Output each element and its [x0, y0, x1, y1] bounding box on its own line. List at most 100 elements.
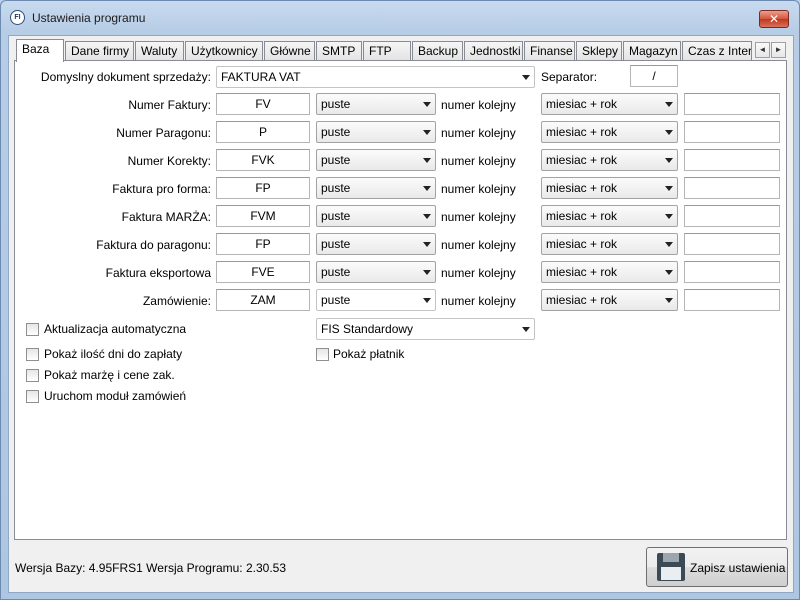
chevron-down-icon [423, 158, 431, 163]
mode-select[interactable]: puste [316, 93, 436, 115]
chevron-down-icon [665, 102, 673, 107]
version-info: Wersja Bazy: 4.95FRS1 Wersja Programu: 2… [15, 561, 287, 575]
extra-input[interactable] [684, 177, 780, 199]
separator-label: Separator: [541, 70, 598, 84]
row-label: Numer Paragonu: [116, 126, 211, 140]
prefix-input[interactable]: FVE [216, 261, 310, 283]
tab-finanse[interactable]: Finanse [524, 41, 575, 61]
order-module-label: Uruchom moduł zamówień [44, 389, 187, 403]
tab-sklepy[interactable]: Sklepy [576, 41, 622, 61]
app-icon: FI [10, 10, 25, 25]
tab-uzytkownicy[interactable]: Użytkownicy [185, 41, 263, 61]
order-module-checkbox[interactable] [26, 390, 39, 403]
mode-select[interactable]: puste [316, 177, 436, 199]
counter-label: numer kolejny [441, 182, 516, 196]
title-bar[interactable]: FI Ustawienia programu ✕ [1, 1, 799, 35]
extra-input[interactable] [684, 93, 780, 115]
period-select[interactable]: miesiac + rok [541, 289, 678, 311]
mode-value: puste [321, 293, 351, 307]
mode-value: puste [321, 153, 351, 167]
show-days-checkbox[interactable] [26, 348, 39, 361]
prefix-input[interactable]: FVM [216, 205, 310, 227]
chevron-down-icon [665, 242, 673, 247]
row-label: Faktura eksportowa [105, 266, 211, 280]
extra-input[interactable] [684, 121, 780, 143]
extra-input[interactable] [684, 261, 780, 283]
period-select[interactable]: miesiac + rok [541, 261, 678, 283]
mode-value: puste [321, 237, 351, 251]
chevron-down-icon [522, 75, 530, 80]
numbering-row: Numer Korekty: FVK puste numer kolejny m… [15, 149, 785, 177]
counter-label: numer kolejny [441, 266, 516, 280]
period-select[interactable]: miesiac + rok [541, 121, 678, 143]
tab-scroll-left-icon[interactable]: ◄ [755, 42, 770, 58]
numbering-row: Faktura eksportowa FVE puste numer kolej… [15, 261, 785, 289]
auto-update-label: Aktualizacja automatyczna [44, 322, 187, 336]
default-doc-select[interactable]: FAKTURA VAT [216, 66, 535, 88]
prefix-input[interactable]: FVK [216, 149, 310, 171]
mode-value: puste [321, 265, 351, 279]
tab-smtp[interactable]: SMTP [316, 41, 362, 61]
tab-dane-firmy[interactable]: Dane firmy [65, 41, 134, 61]
save-settings-label: Zapisz ustawienia [690, 561, 786, 575]
prefix-input[interactable]: P [216, 121, 310, 143]
auto-update-checkbox[interactable] [26, 323, 39, 336]
tab-magazyn[interactable]: Magazyn [623, 41, 681, 61]
tab-baza[interactable]: Baza [16, 39, 64, 62]
floppy-shutter [663, 553, 679, 562]
mode-select[interactable]: puste [316, 121, 436, 143]
chevron-down-icon [665, 186, 673, 191]
tab-glowne[interactable]: Główne [264, 41, 315, 61]
chevron-down-icon [423, 270, 431, 275]
chevron-down-icon [665, 130, 673, 135]
row-label: Faktura pro forma: [112, 182, 211, 196]
mode-select[interactable]: puste [316, 289, 436, 311]
period-value: miesiac + rok [546, 97, 618, 111]
numbering-row: Numer Paragonu: P puste numer kolejny mi… [15, 121, 785, 149]
prefix-input[interactable]: ZAM [216, 289, 310, 311]
row-label: Zamówienie: [142, 294, 211, 308]
tab-ftp[interactable]: FTP [363, 41, 411, 61]
period-value: miesiac + rok [546, 153, 618, 167]
period-value: miesiac + rok [546, 237, 618, 251]
tab-backup[interactable]: Backup [412, 41, 463, 61]
default-doc-value: FAKTURA VAT [221, 70, 301, 84]
prefix-input[interactable]: FP [216, 177, 310, 199]
print-template-select[interactable]: FIS Standardowy [316, 318, 535, 340]
mode-select[interactable]: puste [316, 233, 436, 255]
show-margin-label: Pokaż marżę i cene zak. [44, 368, 175, 382]
tab-scroll-right-icon[interactable]: ► [771, 42, 786, 58]
extra-input[interactable] [684, 205, 780, 227]
numbering-row: Numer Faktury: FV puste numer kolejny mi… [15, 93, 785, 121]
floppy-disk-icon [657, 553, 685, 581]
separator-input[interactable]: / [630, 65, 678, 87]
tab-czas-z-internetu[interactable]: Czas z Intern [682, 41, 752, 61]
extra-input[interactable] [684, 149, 780, 171]
tab-panel-baza: Domyslny dokument sprzedaży: FAKTURA VAT… [14, 60, 787, 540]
chevron-down-icon [423, 242, 431, 247]
close-button[interactable]: ✕ [759, 10, 789, 28]
chevron-down-icon [423, 102, 431, 107]
row-label: Numer Faktury: [128, 98, 211, 112]
mode-select[interactable]: puste [316, 261, 436, 283]
show-payer-checkbox[interactable] [316, 348, 329, 361]
period-select[interactable]: miesiac + rok [541, 233, 678, 255]
tab-jednostki[interactable]: Jednostki [464, 41, 523, 61]
extra-input[interactable] [684, 233, 780, 255]
period-select[interactable]: miesiac + rok [541, 93, 678, 115]
period-select[interactable]: miesiac + rok [541, 177, 678, 199]
window-title: Ustawienia programu [32, 11, 146, 25]
settings-window: FI Ustawienia programu ✕ Baza Dane firmy… [0, 0, 800, 600]
mode-select[interactable]: puste [316, 149, 436, 171]
row-label: Numer Korekty: [127, 154, 211, 168]
period-select[interactable]: miesiac + rok [541, 205, 678, 227]
period-select[interactable]: miesiac + rok [541, 149, 678, 171]
save-settings-button[interactable]: Zapisz ustawienia [646, 547, 788, 587]
prefix-input[interactable]: FV [216, 93, 310, 115]
tab-waluty[interactable]: Waluty [135, 41, 184, 61]
extra-input[interactable] [684, 289, 780, 311]
show-margin-checkbox[interactable] [26, 369, 39, 382]
tab-strip: Baza Dane firmy Waluty Użytkownicy Główn… [14, 39, 789, 62]
prefix-input[interactable]: FP [216, 233, 310, 255]
mode-select[interactable]: puste [316, 205, 436, 227]
